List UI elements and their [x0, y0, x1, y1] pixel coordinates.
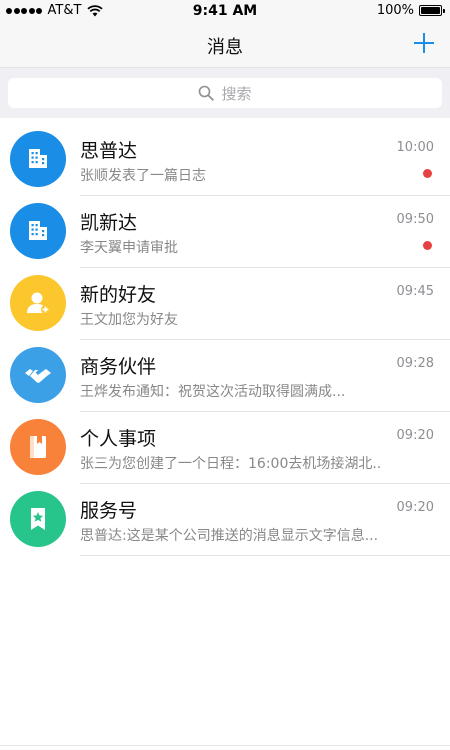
add-friend-icon	[27, 292, 50, 314]
search-icon	[199, 85, 215, 101]
list-item[interactable]: 个人事项 张三为您创建了一个日程：16:00去机场接湖北... 09:20	[0, 412, 450, 484]
battery-percentage: 100%	[376, 3, 414, 18]
avatar	[10, 491, 66, 547]
conversation-preview: 张顺发表了一篇日志	[80, 168, 206, 184]
conversation-preview: 思普达:这是某个公司推送的消息显示文字信息...	[80, 528, 379, 544]
messages-screen: AT&T 9:41 AM 100% 消息 搜索 思普达 张顺发表了一篇日志 10…	[0, 0, 450, 750]
battery-icon	[419, 5, 445, 16]
divider	[80, 555, 450, 556]
conversation-list: 思普达 张顺发表了一篇日志 10:00 凯新达 李天翼申请审批 09:50 新的…	[0, 124, 450, 556]
unread-dot	[423, 169, 432, 178]
status-bar: AT&T 9:41 AM 100%	[0, 0, 450, 22]
building-icon	[29, 221, 47, 240]
conversation-title: 新的好友	[80, 284, 157, 306]
avatar	[10, 419, 66, 475]
notebook-icon	[30, 436, 46, 458]
conversation-preview: 张三为您创建了一个日程：16:00去机场接湖北...	[80, 456, 380, 472]
conversation-preview: 李天翼申请审批	[80, 240, 178, 256]
status-right: 100%	[376, 3, 445, 18]
building-icon	[29, 149, 47, 168]
conversation-preview: 王文加您为好友	[80, 312, 178, 328]
conversation-title: 凯新达	[80, 212, 138, 234]
conversation-time: 09:20	[396, 428, 434, 443]
conversation-title: 思普达	[80, 140, 138, 162]
conversation-preview: 王烨发布通知：祝贺这次活动取得圆满成...	[80, 384, 346, 400]
conversation-title: 服务号	[80, 500, 138, 522]
conversation-time: 09:45	[396, 284, 434, 299]
divider	[0, 745, 450, 746]
list-item[interactable]: 凯新达 李天翼申请审批 09:50	[0, 196, 450, 268]
search-bar: 搜索	[0, 68, 450, 118]
page-title: 消息	[207, 37, 243, 58]
conversation-time: 10:00	[396, 140, 434, 155]
handshake-icon	[25, 369, 51, 383]
avatar	[10, 275, 66, 331]
list-item[interactable]: 服务号 思普达:这是某个公司推送的消息显示文字信息... 09:20	[0, 484, 450, 556]
search-input[interactable]: 搜索	[8, 78, 442, 108]
unread-dot	[423, 241, 432, 250]
plus-icon[interactable]	[412, 31, 436, 55]
conversation-time: 09:50	[396, 212, 434, 227]
avatar	[10, 203, 66, 259]
avatar	[10, 131, 66, 187]
search-placeholder: 搜索	[221, 84, 252, 103]
conversation-time: 09:28	[396, 356, 434, 371]
nav-bar: 消息	[0, 22, 450, 68]
conversation-title: 个人事项	[80, 428, 157, 450]
list-item[interactable]: 新的好友 王文加您为好友 09:45	[0, 268, 450, 340]
list-item[interactable]: 思普达 张顺发表了一篇日志 10:00	[0, 124, 450, 196]
conversation-time: 09:20	[396, 500, 434, 515]
list-item[interactable]: 商务伙伴 王烨发布通知：祝贺这次活动取得圆满成... 09:28	[0, 340, 450, 412]
avatar	[10, 347, 66, 403]
conversation-title: 商务伙伴	[80, 356, 157, 378]
star-badge-icon	[31, 508, 45, 530]
